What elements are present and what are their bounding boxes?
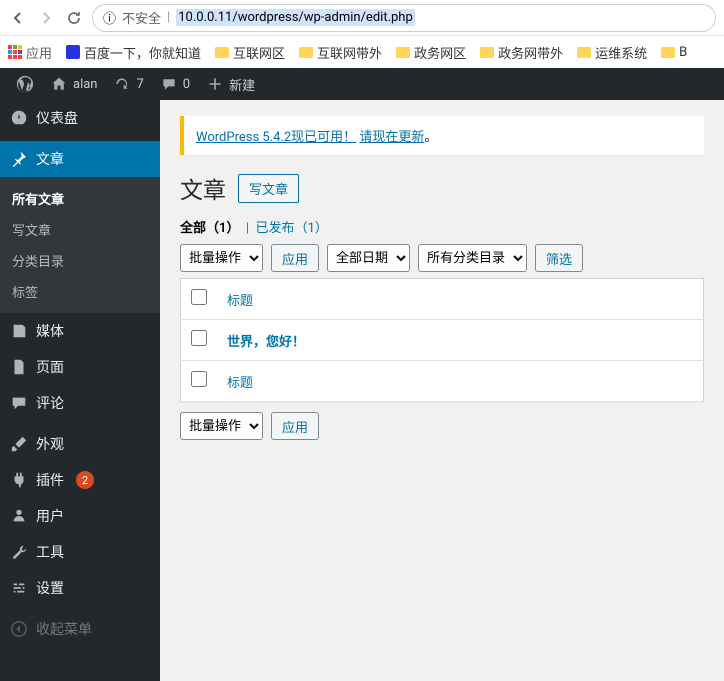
address-bar[interactable]: ⓘ 不安全 | 10.0.0.11/wordpress/wp-admin/edi…: [92, 4, 716, 32]
bookmark-baidu[interactable]: 百度一下，你就知道: [66, 43, 201, 62]
table-row: 世界，您好！: [181, 320, 704, 361]
select-all-top[interactable]: [191, 289, 207, 305]
folder-icon: [396, 47, 410, 58]
forward-button[interactable]: [36, 8, 56, 28]
bookmark-folder[interactable]: 互联网带外: [299, 43, 382, 62]
comment-icon: [10, 394, 28, 412]
new-content[interactable]: 新建: [198, 75, 263, 94]
main-content: WordPress 5.4.2现已可用！ 请现在更新。 文章 写文章 全部（1）…: [160, 68, 724, 681]
sub-all-posts[interactable]: 所有文章: [0, 183, 160, 214]
wrench-icon: [10, 543, 28, 561]
folder-icon: [577, 47, 591, 58]
apply-button[interactable]: 应用: [271, 244, 319, 272]
home-icon: [50, 75, 68, 93]
update-notice: WordPress 5.4.2现已可用！ 请现在更新。: [180, 116, 704, 155]
bookmark-folder[interactable]: 政务网带外: [480, 43, 563, 62]
admin-sidebar: 仪表盘 文章 所有文章 写文章 分类目录 标签 媒体 页面 评论 外观 插件2 …: [0, 68, 160, 681]
sub-categories[interactable]: 分类目录: [0, 245, 160, 276]
col-title-header[interactable]: 标题: [227, 294, 253, 309]
tablenav-bottom: 批量操作 应用: [180, 412, 704, 440]
bookmark-folder[interactable]: 政务网区: [396, 43, 466, 62]
menu-posts[interactable]: 文章: [0, 141, 160, 177]
site-name[interactable]: alan: [42, 75, 105, 93]
bookmarks-bar: 应用 百度一下，你就知道 互联网区 互联网带外 政务网区 政务网带外 运维系统 …: [0, 36, 724, 68]
media-icon: [10, 322, 28, 340]
bookmark-folder[interactable]: B: [661, 45, 687, 60]
apps-icon: [8, 45, 22, 59]
update-now-link[interactable]: 请现在更新: [359, 130, 424, 145]
add-new-button[interactable]: 写文章: [238, 174, 299, 203]
menu-comments[interactable]: 评论: [0, 385, 160, 421]
sub-new-post[interactable]: 写文章: [0, 214, 160, 245]
posts-table: 标题 世界，您好！ 标题: [180, 278, 704, 402]
update-icon: [113, 75, 131, 93]
url-text: 10.0.0.11/wordpress/wp-admin/edit.php: [176, 9, 415, 26]
reload-button[interactable]: [64, 8, 84, 28]
bookmark-folder[interactable]: 互联网区: [215, 43, 285, 62]
bulk-action-select-bottom[interactable]: 批量操作: [180, 412, 263, 440]
wp-admin-bar: alan 7 0 新建: [0, 68, 724, 100]
dashboard-icon: [10, 109, 28, 127]
select-all-bottom[interactable]: [191, 371, 207, 387]
filter-button[interactable]: 筛选: [535, 244, 583, 272]
category-filter-select[interactable]: 所有分类目录: [418, 244, 527, 272]
info-icon: ⓘ: [103, 8, 116, 27]
menu-dashboard[interactable]: 仪表盘: [0, 100, 160, 136]
plugin-icon: [10, 471, 28, 489]
menu-appearance[interactable]: 外观: [0, 426, 160, 462]
menu-users[interactable]: 用户: [0, 498, 160, 534]
comment-icon: [160, 75, 178, 93]
page-icon: [10, 358, 28, 376]
wordpress-icon: [16, 75, 34, 93]
bookmark-folder[interactable]: 运维系统: [577, 43, 647, 62]
user-icon: [10, 507, 28, 525]
back-button[interactable]: [8, 8, 28, 28]
folder-icon: [299, 47, 313, 58]
apps-shortcut[interactable]: 应用: [8, 43, 52, 62]
collapse-icon: [10, 620, 28, 638]
status-filters: 全部（1） | 已发布（1）: [180, 217, 704, 236]
wp-logo[interactable]: [8, 75, 42, 93]
browser-toolbar: ⓘ 不安全 | 10.0.0.11/wordpress/wp-admin/edi…: [0, 0, 724, 36]
menu-pages[interactable]: 页面: [0, 349, 160, 385]
apply-button-bottom[interactable]: 应用: [271, 412, 319, 440]
page-title: 文章: [180, 171, 226, 205]
plugin-count-badge: 2: [76, 471, 94, 489]
folder-icon: [215, 47, 229, 58]
baidu-icon: [66, 45, 80, 59]
menu-collapse[interactable]: 收起菜单: [0, 611, 160, 647]
menu-tools[interactable]: 工具: [0, 534, 160, 570]
submenu-posts: 所有文章 写文章 分类目录 标签: [0, 177, 160, 313]
menu-media[interactable]: 媒体: [0, 313, 160, 349]
updates-link[interactable]: 7: [105, 75, 151, 93]
filter-published[interactable]: 已发布（1）: [256, 221, 328, 236]
date-filter-select[interactable]: 全部日期: [327, 244, 410, 272]
pin-icon: [10, 150, 28, 168]
row-checkbox[interactable]: [191, 330, 207, 346]
tablenav-top: 批量操作 应用 全部日期 所有分类目录 筛选: [180, 244, 704, 272]
settings-icon: [10, 579, 28, 597]
bulk-action-select[interactable]: 批量操作: [180, 244, 263, 272]
menu-plugins[interactable]: 插件2: [0, 462, 160, 498]
plus-icon: [206, 75, 224, 93]
menu-settings[interactable]: 设置: [0, 570, 160, 606]
col-title-footer[interactable]: 标题: [227, 376, 253, 391]
wp-version-link[interactable]: WordPress 5.4.2现已可用！: [196, 130, 356, 145]
comments-link[interactable]: 0: [152, 75, 198, 93]
folder-icon: [661, 47, 675, 58]
filter-all[interactable]: 全部（1）: [180, 221, 239, 236]
insecure-label: 不安全: [122, 8, 161, 27]
sub-tags[interactable]: 标签: [0, 276, 160, 307]
post-title-link[interactable]: 世界，您好！: [227, 335, 305, 350]
brush-icon: [10, 435, 28, 453]
folder-icon: [480, 47, 494, 58]
